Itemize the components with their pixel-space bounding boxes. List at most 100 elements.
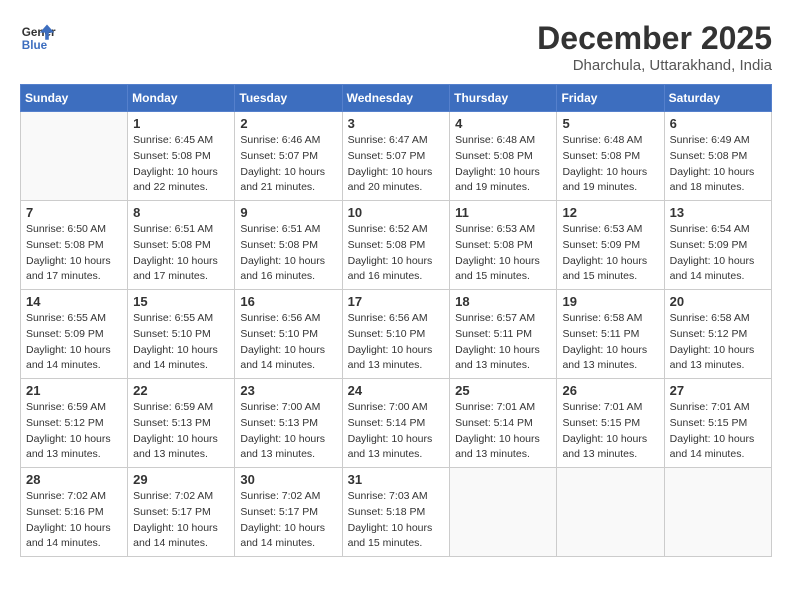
weekday-header: Saturday — [664, 85, 771, 112]
day-info: Sunrise: 6:48 AM Sunset: 5:08 PM Dayligh… — [562, 133, 658, 196]
day-number: 1 — [133, 116, 229, 131]
day-number: 5 — [562, 116, 658, 131]
day-number: 2 — [240, 116, 336, 131]
day-number: 18 — [455, 294, 551, 309]
calendar-cell: 17 Sunrise: 6:56 AM Sunset: 5:10 PM Dayli… — [342, 290, 450, 379]
day-number: 27 — [670, 383, 766, 398]
calendar-cell: 5 Sunrise: 6:48 AM Sunset: 5:08 PM Daylig… — [557, 112, 664, 201]
day-info: Sunrise: 7:01 AM Sunset: 5:15 PM Dayligh… — [670, 400, 766, 463]
calendar-week-row: 7 Sunrise: 6:50 AM Sunset: 5:08 PM Daylig… — [21, 201, 772, 290]
day-number: 24 — [348, 383, 445, 398]
day-info: Sunrise: 6:48 AM Sunset: 5:08 PM Dayligh… — [455, 133, 551, 196]
day-number: 12 — [562, 205, 658, 220]
day-number: 31 — [348, 472, 445, 487]
day-number: 10 — [348, 205, 445, 220]
day-info: Sunrise: 6:56 AM Sunset: 5:10 PM Dayligh… — [240, 311, 336, 374]
day-info: Sunrise: 6:59 AM Sunset: 5:12 PM Dayligh… — [26, 400, 122, 463]
calendar-cell: 16 Sunrise: 6:56 AM Sunset: 5:10 PM Dayli… — [235, 290, 342, 379]
day-number: 16 — [240, 294, 336, 309]
day-number: 19 — [562, 294, 658, 309]
calendar-table: SundayMondayTuesdayWednesdayThursdayFrid… — [20, 84, 772, 557]
day-info: Sunrise: 6:51 AM Sunset: 5:08 PM Dayligh… — [240, 222, 336, 285]
weekday-header: Monday — [128, 85, 235, 112]
calendar-cell: 18 Sunrise: 6:57 AM Sunset: 5:11 PM Dayli… — [450, 290, 557, 379]
calendar-cell: 6Sunrise: 6:49 AM Sunset: 5:08 PM Daylig… — [664, 112, 771, 201]
day-info: Sunrise: 6:50 AM Sunset: 5:08 PM Dayligh… — [26, 222, 122, 285]
day-info: Sunrise: 6:57 AM Sunset: 5:11 PM Dayligh… — [455, 311, 551, 374]
day-number: 11 — [455, 205, 551, 220]
day-info: Sunrise: 7:02 AM Sunset: 5:16 PM Dayligh… — [26, 489, 122, 552]
weekday-header-row: SundayMondayTuesdayWednesdayThursdayFrid… — [21, 85, 772, 112]
day-number: 9 — [240, 205, 336, 220]
day-info: Sunrise: 7:03 AM Sunset: 5:18 PM Dayligh… — [348, 489, 445, 552]
day-info: Sunrise: 6:55 AM Sunset: 5:10 PM Dayligh… — [133, 311, 229, 374]
calendar-cell: 1 Sunrise: 6:45 AM Sunset: 5:08 PM Daylig… — [128, 112, 235, 201]
day-info: Sunrise: 7:00 AM Sunset: 5:14 PM Dayligh… — [348, 400, 445, 463]
calendar-week-row: 21Sunrise: 6:59 AM Sunset: 5:12 PM Dayli… — [21, 379, 772, 468]
day-number: 8 — [133, 205, 229, 220]
calendar-cell: 9 Sunrise: 6:51 AM Sunset: 5:08 PM Daylig… — [235, 201, 342, 290]
calendar-cell: 2Sunrise: 6:46 AM Sunset: 5:07 PM Daylig… — [235, 112, 342, 201]
day-number: 7 — [26, 205, 122, 220]
weekday-header: Tuesday — [235, 85, 342, 112]
calendar-cell: 15 Sunrise: 6:55 AM Sunset: 5:10 PM Dayli… — [128, 290, 235, 379]
calendar-cell: 21Sunrise: 6:59 AM Sunset: 5:12 PM Dayli… — [21, 379, 128, 468]
calendar-cell: 4 Sunrise: 6:48 AM Sunset: 5:08 PM Daylig… — [450, 112, 557, 201]
day-number: 29 — [133, 472, 229, 487]
day-number: 28 — [26, 472, 122, 487]
calendar-cell: 8 Sunrise: 6:51 AM Sunset: 5:08 PM Daylig… — [128, 201, 235, 290]
day-number: 23 — [240, 383, 336, 398]
calendar-cell: 25 Sunrise: 7:01 AM Sunset: 5:14 PM Dayli… — [450, 379, 557, 468]
day-info: Sunrise: 6:51 AM Sunset: 5:08 PM Dayligh… — [133, 222, 229, 285]
svg-text:General: General — [22, 26, 56, 39]
day-info: Sunrise: 6:49 AM Sunset: 5:08 PM Dayligh… — [670, 133, 766, 196]
day-info: Sunrise: 7:00 AM Sunset: 5:13 PM Dayligh… — [240, 400, 336, 463]
day-number: 26 — [562, 383, 658, 398]
calendar-cell: 24 Sunrise: 7:00 AM Sunset: 5:14 PM Dayli… — [342, 379, 450, 468]
day-info: Sunrise: 7:01 AM Sunset: 5:14 PM Dayligh… — [455, 400, 551, 463]
day-info: Sunrise: 6:58 AM Sunset: 5:11 PM Dayligh… — [562, 311, 658, 374]
day-info: Sunrise: 6:56 AM Sunset: 5:10 PM Dayligh… — [348, 311, 445, 374]
day-number: 22 — [133, 383, 229, 398]
day-info: Sunrise: 7:01 AM Sunset: 5:15 PM Dayligh… — [562, 400, 658, 463]
location: Dharchula, Uttarakhand, India — [537, 57, 772, 74]
calendar-cell: 10 Sunrise: 6:52 AM Sunset: 5:08 PM Dayli… — [342, 201, 450, 290]
logo: General Blue — [20, 20, 56, 56]
day-info: Sunrise: 6:47 AM Sunset: 5:07 PM Dayligh… — [348, 133, 445, 196]
day-number: 4 — [455, 116, 551, 131]
calendar-cell: 13 Sunrise: 6:54 AM Sunset: 5:09 PM Dayli… — [664, 201, 771, 290]
page-header: General Blue December 2025 Dharchula, Ut… — [20, 20, 772, 74]
day-info: Sunrise: 6:45 AM Sunset: 5:08 PM Dayligh… — [133, 133, 229, 196]
calendar-week-row: 14Sunrise: 6:55 AM Sunset: 5:09 PM Dayli… — [21, 290, 772, 379]
day-number: 14 — [26, 294, 122, 309]
calendar-cell: 14Sunrise: 6:55 AM Sunset: 5:09 PM Dayli… — [21, 290, 128, 379]
logo-icon: General Blue — [20, 20, 56, 56]
calendar-cell: 29Sunrise: 7:02 AM Sunset: 5:17 PM Dayli… — [128, 468, 235, 557]
day-info: Sunrise: 6:52 AM Sunset: 5:08 PM Dayligh… — [348, 222, 445, 285]
day-number: 13 — [670, 205, 766, 220]
calendar-week-row: 28 Sunrise: 7:02 AM Sunset: 5:16 PM Dayli… — [21, 468, 772, 557]
day-info: Sunrise: 6:53 AM Sunset: 5:09 PM Dayligh… — [562, 222, 658, 285]
calendar-cell: 22Sunrise: 6:59 AM Sunset: 5:13 PM Dayli… — [128, 379, 235, 468]
calendar-cell: 3 Sunrise: 6:47 AM Sunset: 5:07 PM Daylig… — [342, 112, 450, 201]
day-number: 17 — [348, 294, 445, 309]
month-year: December 2025 — [537, 20, 772, 57]
day-number: 15 — [133, 294, 229, 309]
calendar-cell: 7 Sunrise: 6:50 AM Sunset: 5:08 PM Daylig… — [21, 201, 128, 290]
calendar-cell: 26 Sunrise: 7:01 AM Sunset: 5:15 PM Dayli… — [557, 379, 664, 468]
day-number: 3 — [348, 116, 445, 131]
day-info: Sunrise: 7:02 AM Sunset: 5:17 PM Dayligh… — [240, 489, 336, 552]
calendar-cell: 12 Sunrise: 6:53 AM Sunset: 5:09 PM Dayli… — [557, 201, 664, 290]
calendar-cell: 28 Sunrise: 7:02 AM Sunset: 5:16 PM Dayli… — [21, 468, 128, 557]
day-number: 25 — [455, 383, 551, 398]
day-info: Sunrise: 6:53 AM Sunset: 5:08 PM Dayligh… — [455, 222, 551, 285]
weekday-header: Sunday — [21, 85, 128, 112]
calendar-cell: 27 Sunrise: 7:01 AM Sunset: 5:15 PM Dayli… — [664, 379, 771, 468]
title-section: December 2025 Dharchula, Uttarakhand, In… — [537, 20, 772, 74]
calendar-cell: 31 Sunrise: 7:03 AM Sunset: 5:18 PM Dayli… — [342, 468, 450, 557]
day-number: 20 — [670, 294, 766, 309]
calendar-cell: 23 Sunrise: 7:00 AM Sunset: 5:13 PM Dayli… — [235, 379, 342, 468]
calendar-cell — [557, 468, 664, 557]
calendar-cell: 20Sunrise: 6:58 AM Sunset: 5:12 PM Dayli… — [664, 290, 771, 379]
day-info: Sunrise: 6:54 AM Sunset: 5:09 PM Dayligh… — [670, 222, 766, 285]
